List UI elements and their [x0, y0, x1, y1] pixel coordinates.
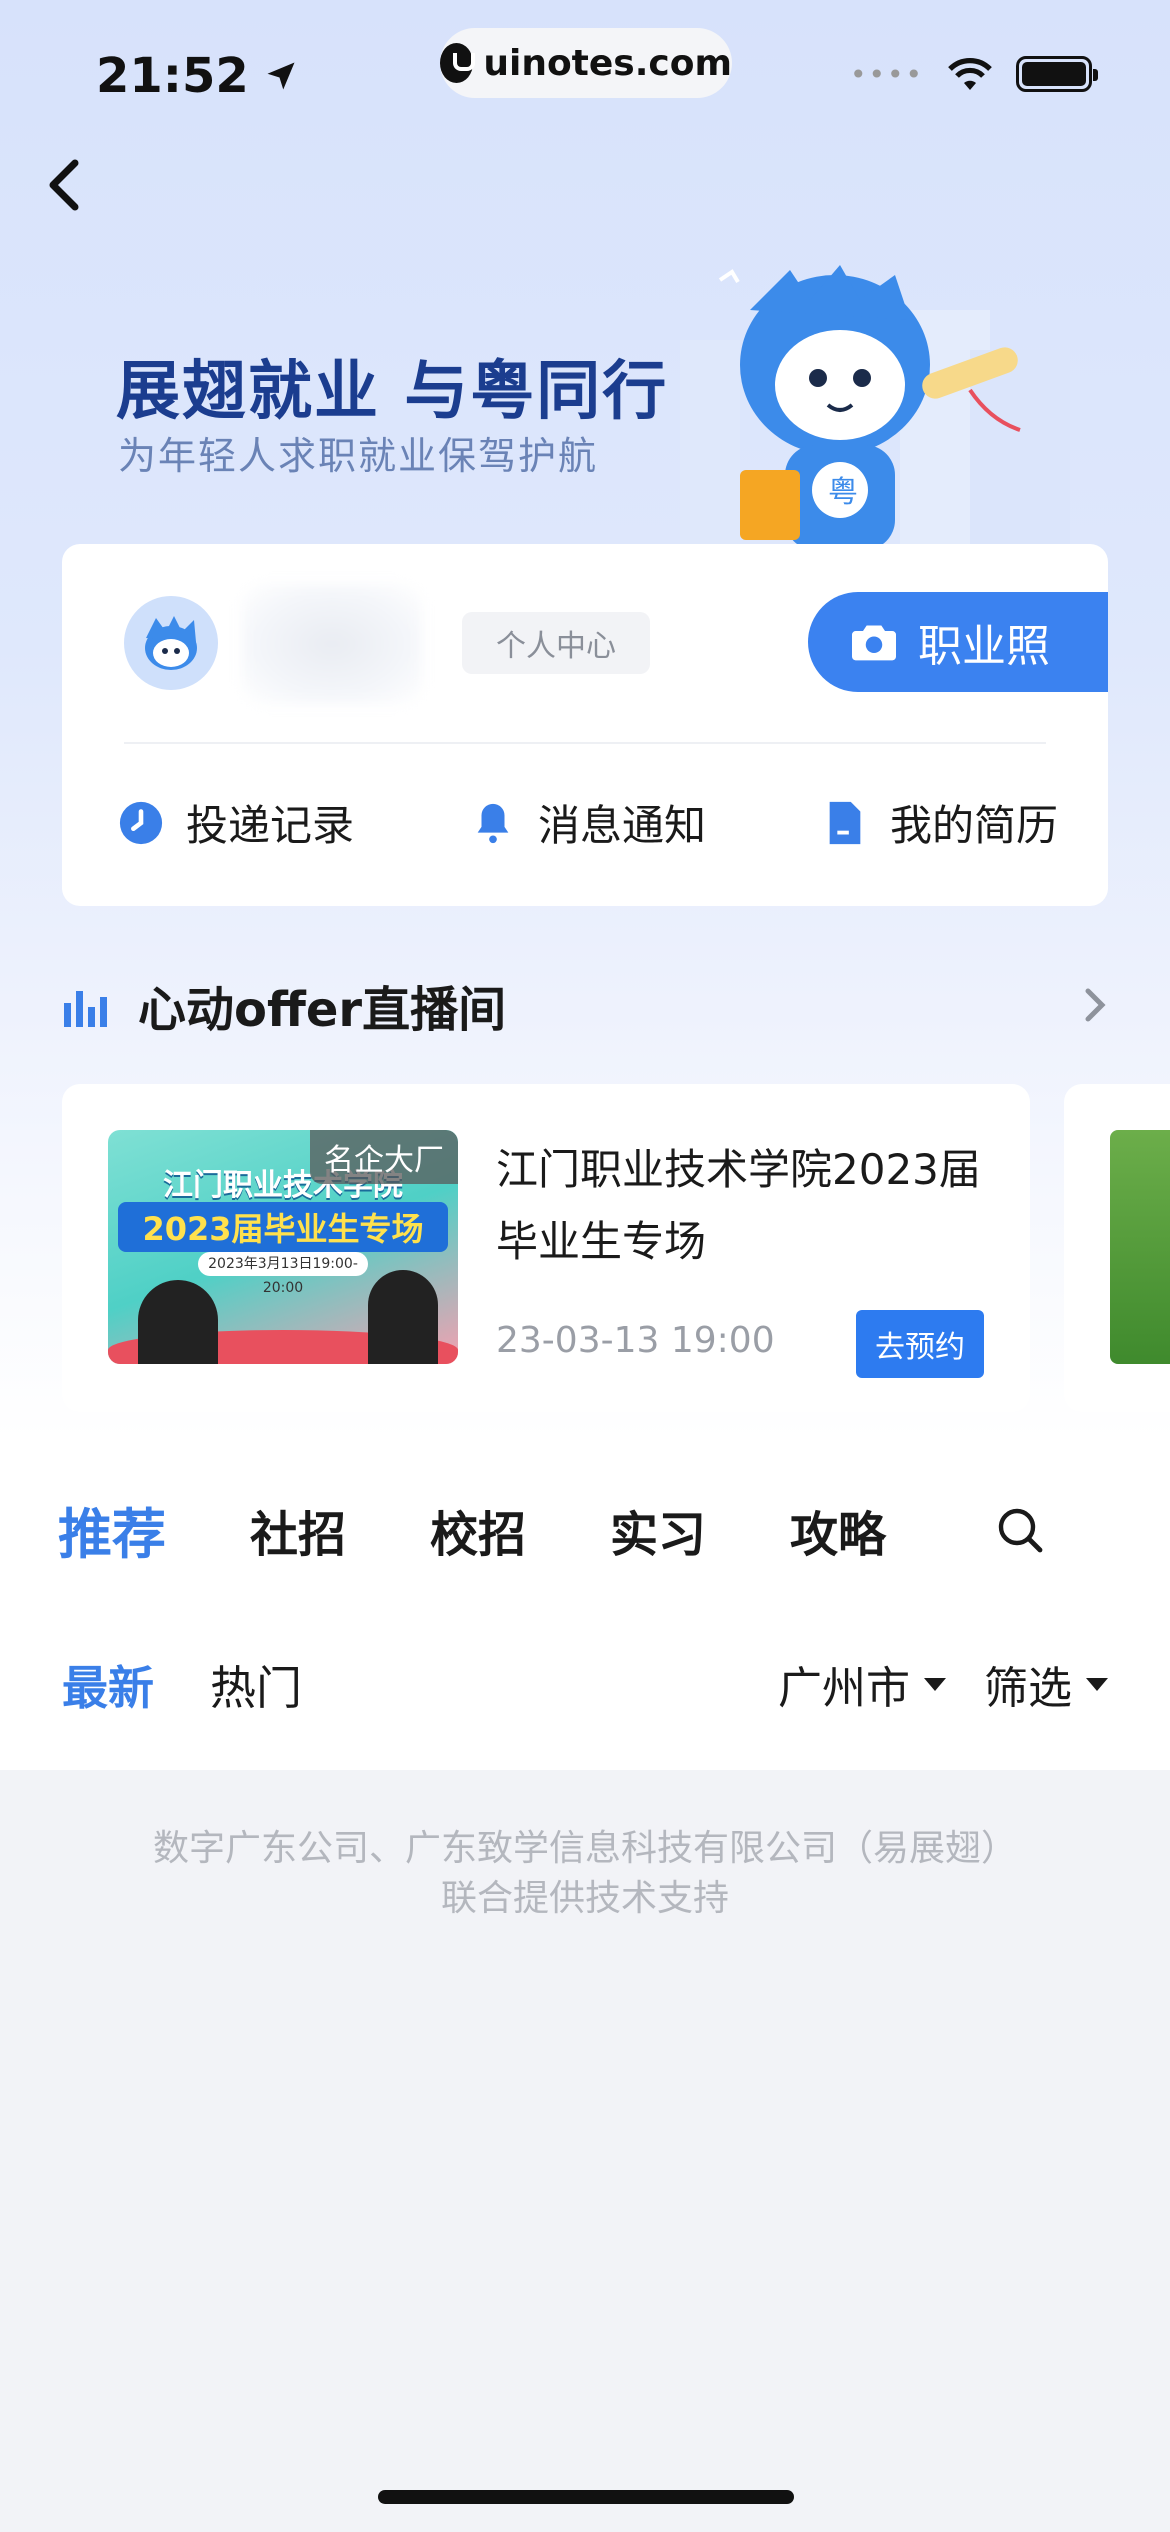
location-arrow-icon — [267, 62, 295, 90]
home-indicator[interactable] — [378, 2490, 794, 2504]
url-pill[interactable]: uinotes.com — [440, 28, 732, 98]
career-photo-label: 职业照 — [918, 621, 1050, 672]
career-photo-button[interactable]: 职业照 — [808, 592, 1108, 692]
quick-link-label: 我的简历 — [889, 801, 1058, 850]
site-logo-icon — [440, 43, 476, 83]
city-dropdown[interactable]: 广州市 — [778, 1652, 946, 1716]
footer-line2: 联合提供技术支持 — [440, 1878, 729, 1919]
status-time: 21:52 — [96, 48, 299, 104]
bell-icon — [477, 803, 509, 843]
profile-card: 个人中心 职业照 投递记录 消息通知 我的简历 — [62, 544, 1108, 906]
caret-down-icon — [924, 1677, 946, 1691]
live-session-time: 23-03-13 19:00 — [496, 1320, 775, 1361]
tab-recommended[interactable]: 推荐 — [58, 1490, 188, 1569]
footer-credits: 数字广东公司、广东致学信息科技有限公司（易展翅） 联合提供技术支持 — [0, 1824, 1170, 1924]
personal-center-button[interactable]: 个人中心 — [462, 612, 650, 674]
company-tag: 名企大厂 — [310, 1130, 458, 1184]
tab-internship[interactable]: 实习 — [610, 1495, 706, 1565]
search-icon[interactable] — [996, 1506, 1044, 1554]
thumb-graduate-figure — [368, 1270, 438, 1364]
live-card-next[interactable] — [1064, 1084, 1170, 1412]
document-icon — [829, 801, 861, 844]
footer-line1: 数字广东公司、广东致学信息科技有限公司（易展翅） — [152, 1828, 1017, 1869]
chevron-right-icon[interactable] — [1082, 985, 1108, 1025]
sort-popular[interactable]: 热门 — [210, 1652, 302, 1718]
quick-link-delivery-records[interactable]: 投递记录 — [118, 792, 354, 853]
battery-icon — [1016, 56, 1098, 92]
quick-link-my-resume[interactable]: 我的简历 — [822, 792, 1058, 853]
banner-title: 展翅就业 与粤同行 — [116, 355, 669, 429]
category-tabs: 推荐 社招 校招 实习 攻略 — [58, 1490, 970, 1569]
card-divider — [124, 742, 1046, 744]
thumb-graduate-figure — [138, 1280, 218, 1364]
svg-text:粤: 粤 — [828, 475, 858, 510]
mascot-avatar-icon — [145, 616, 197, 670]
user-name-blurred — [242, 584, 422, 704]
filter-dropdown[interactable]: 筛选 — [984, 1652, 1108, 1716]
tab-campus-recruitment[interactable]: 校招 — [430, 1495, 526, 1565]
sort-tabs: 最新 热门 — [62, 1652, 302, 1718]
live-card[interactable]: 江门职业技术学院 2023届毕业生专场 2023年3月13日19:00-20:0… — [62, 1084, 1030, 1412]
mascot-illustration: 粤 — [680, 265, 1070, 550]
url-text: uinotes.com — [483, 42, 732, 84]
live-session-name: 江门职业技术学院2023届毕业生专场 — [496, 1145, 981, 1266]
camera-icon — [852, 625, 896, 661]
sort-latest[interactable]: 最新 — [62, 1652, 154, 1718]
tab-social-recruitment[interactable]: 社招 — [250, 1495, 346, 1565]
filters: 广州市 筛选 — [778, 1652, 1108, 1716]
quick-link-label: 消息通知 — [537, 801, 706, 850]
filter-label: 筛选 — [984, 1663, 1072, 1714]
live-thumbnail: 江门职业技术学院 2023届毕业生专场 2023年3月13日19:00-20:0… — [108, 1130, 458, 1364]
signal-icon: •••• — [849, 57, 924, 91]
book-button[interactable]: 去预约 — [856, 1310, 984, 1378]
caret-down-icon — [1086, 1677, 1108, 1691]
thumb-date: 2023年3月13日19:00-20:00 — [198, 1252, 368, 1296]
live-thumbnail-next — [1110, 1130, 1170, 1364]
tab-guides[interactable]: 攻略 — [790, 1495, 886, 1565]
status-icons: •••• — [849, 56, 1098, 92]
chevron-left-icon — [49, 159, 79, 211]
thumb-title-line2: 2023届毕业生专场 — [118, 1202, 448, 1252]
quick-links: 投递记录 消息通知 我的简历 — [118, 792, 1058, 853]
live-section-title: 心动offer直播间 — [138, 982, 507, 1038]
city-label: 广州市 — [778, 1663, 910, 1714]
quick-link-label: 投递记录 — [186, 801, 355, 850]
banner-subtitle: 为年轻人求职就业保驾护航 — [118, 434, 599, 478]
live-section-header[interactable]: 心动offer直播间 — [62, 970, 1108, 1040]
wifi-icon — [948, 58, 992, 90]
quick-link-notifications[interactable]: 消息通知 — [470, 792, 706, 853]
bar-chart-icon — [64, 991, 107, 1027]
avatar[interactable] — [124, 596, 218, 690]
time-text: 21:52 — [96, 48, 249, 104]
clock-icon — [119, 801, 163, 844]
back-button[interactable] — [30, 150, 100, 220]
